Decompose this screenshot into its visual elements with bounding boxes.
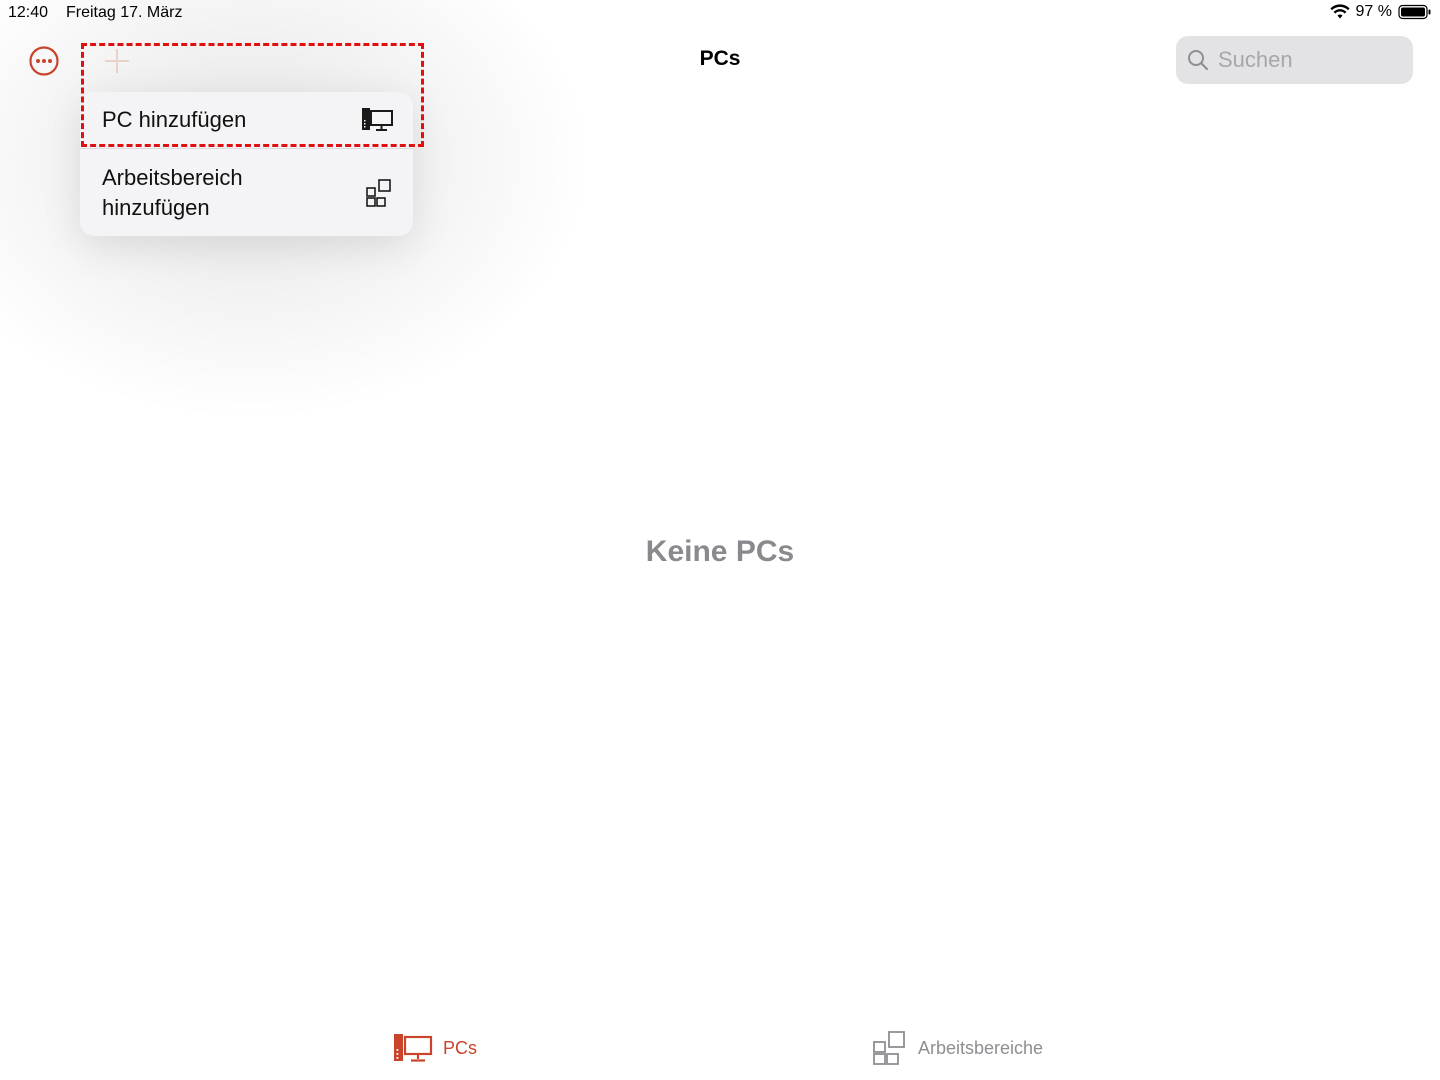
tab-pcs[interactable]: PCs bbox=[393, 1028, 477, 1068]
battery-icon bbox=[1398, 4, 1431, 20]
status-indicators: 97 % bbox=[1329, 3, 1432, 21]
search-bar[interactable] bbox=[1176, 36, 1413, 84]
search-icon bbox=[1188, 50, 1209, 71]
menu-item-add-pc[interactable]: PC hinzufügen bbox=[80, 92, 413, 148]
empty-state-text: Keine PCs bbox=[645, 535, 795, 568]
menu-item-add-workspace[interactable]: Arbeitsbereich hinzufügen bbox=[80, 149, 413, 236]
menu-item-label: PC hinzufügen bbox=[102, 107, 247, 132]
workspace-grid-icon bbox=[873, 1031, 905, 1065]
add-menu: PC hinzufügen Arbeitsbereich hinzufügen bbox=[80, 92, 413, 236]
search-input[interactable] bbox=[1216, 46, 1400, 74]
status-bar: 12:40 Freitag 17. März 97 % bbox=[0, 0, 1440, 28]
status-time: 12:40 bbox=[8, 4, 49, 21]
desktop-pc-icon bbox=[362, 108, 393, 131]
wifi-icon bbox=[1329, 4, 1350, 19]
tab-label: Arbeitsbereiche bbox=[918, 1037, 1044, 1058]
remote-desktop-app: 12:40 Freitag 17. März 97 % PCs Suchen P… bbox=[0, 0, 1440, 1080]
desktop-pc-icon bbox=[394, 1034, 433, 1062]
menu-item-label: Arbeitsbereich hinzufügen bbox=[102, 165, 243, 220]
status-date: Freitag 17. März bbox=[66, 4, 183, 21]
tab-label: PCs bbox=[443, 1037, 478, 1058]
workspace-grid-icon bbox=[366, 179, 391, 207]
tab-workspaces[interactable]: Arbeitsbereiche bbox=[872, 1028, 1043, 1068]
battery-percent: 97 % bbox=[1355, 3, 1392, 20]
